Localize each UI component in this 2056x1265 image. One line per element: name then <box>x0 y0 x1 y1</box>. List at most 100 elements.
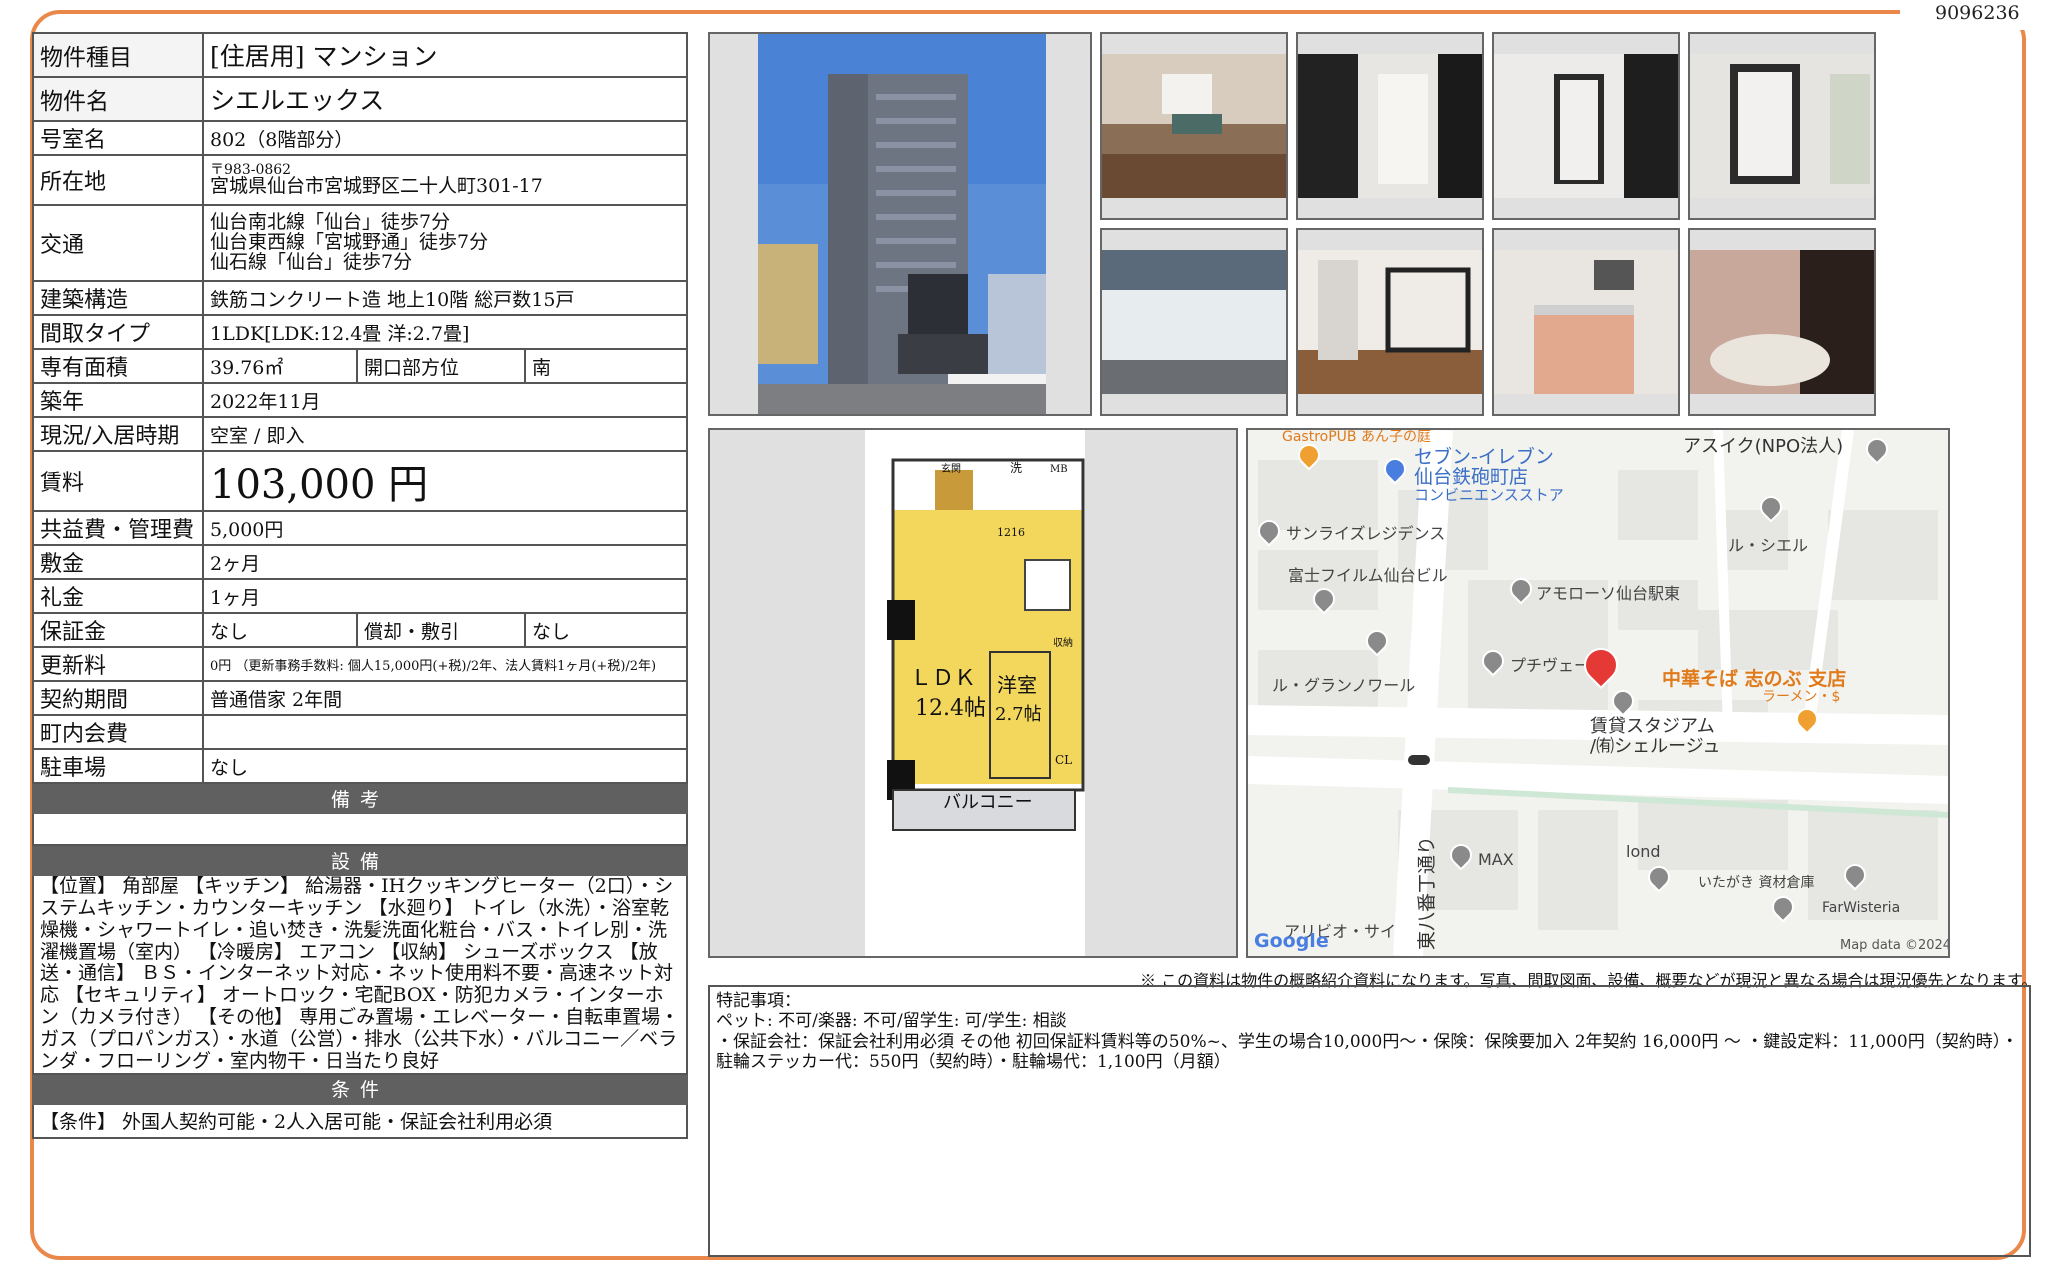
fee-label: 共益費・管理費 <box>32 510 204 546</box>
room-value: 802（8階部分） <box>201 120 689 156</box>
fp-wash: 洗 <box>1010 461 1022 475</box>
interior-photo-storage <box>1492 32 1680 220</box>
conditions-text: 【条件】 外国人契約可能・2人入居可能・保証会社利用必須 <box>31 1102 689 1139</box>
document-id: 9096236 <box>1935 2 2020 24</box>
area-label: 専有面積 <box>32 348 204 384</box>
map-label-street: 東八番丁通り <box>1416 835 1438 950</box>
map-label-grand: ル・グランノワール <box>1272 676 1416 695</box>
kitchen-image <box>1494 250 1678 394</box>
notes-line: ・保証会社：保証会社利用必須 その他 初回保証料賃料等の50%~、学生の場合10… <box>716 1031 2019 1073</box>
building-image <box>758 34 1046 414</box>
renewal-value: 0円 （更新事務手数料: 個人15,000円(+税)/2年、法人賃料1ヶ月(+税… <box>201 646 689 682</box>
type-label: 物件種目 <box>32 32 204 78</box>
notes-title: 特記事項： <box>716 991 801 1011</box>
map-label-askui: アスイク(NPO法人) <box>1683 436 1844 457</box>
direction-value: 南 <box>523 348 689 384</box>
fp-mb: MB <box>1050 464 1068 475</box>
interior-photo-balcony <box>1100 228 1288 416</box>
built-label: 築年 <box>32 382 204 418</box>
parking-label: 駐車場 <box>32 748 204 784</box>
status-label: 現況/入居時期 <box>32 416 204 452</box>
structure-label: 建築構造 <box>32 280 204 316</box>
layout-value: 1LDK[LDK:12.4畳 洋:2.7畳] <box>201 314 689 350</box>
location-map[interactable]: GastroPUB あん子の庭 セブン-イレブン 仙台鉄砲町店 コンビニエンスス… <box>1246 428 1950 958</box>
interior-photo-hall <box>1688 32 1876 220</box>
rent-label: 賃料 <box>32 450 204 512</box>
renewal-label: 更新料 <box>32 646 204 682</box>
floor-plan: 玄関 洗 MB 1216 ＬＤＫ 12.4帖 洋室 2.7帖 収納 CL バルコ… <box>865 430 1085 956</box>
hall-image <box>1690 54 1874 198</box>
access-line: 仙台東西線「宮城野通」徒歩7分 <box>210 231 489 254</box>
property-table: 物件種目 [住居用] マンション 物件名 シエルエックス 号室名 802（8階部… <box>31 32 689 1139</box>
room-label: 号室名 <box>32 120 204 156</box>
map-label-ramen-type: ラーメン・$ <box>1762 689 1841 705</box>
fp-storage: 収納 <box>1053 636 1073 649</box>
fp-western-size: 2.7帖 <box>995 704 1042 725</box>
town-fee-label: 町内会費 <box>32 714 204 750</box>
exterior-photo <box>708 32 1092 416</box>
special-notes: 特記事項： ペット: 不可/楽器: 不可/留学生: 可/学生: 相談 ・保証会社… <box>708 985 2031 1257</box>
map-label-amorosso: アモローソ仙台駅東 <box>1536 584 1681 603</box>
name-value: シエルエックス <box>201 76 689 122</box>
deposit-value: 2ヶ月 <box>201 544 689 580</box>
map-label-stadium: 賃貸スタジアム <box>1590 716 1715 737</box>
access-line: 仙台南北線「仙台」徒歩7分 <box>210 211 451 234</box>
parking-value: なし <box>201 748 689 784</box>
key-money-label: 礼金 <box>32 578 204 614</box>
address-value: 宮城県仙台市宮城野区二十人町301-17 <box>210 175 543 198</box>
closet-image <box>1298 54 1482 198</box>
status-value: 空室 / 即入 <box>201 416 689 452</box>
conditions-header: 条件 <box>31 1072 689 1105</box>
map-label-max: MAX <box>1478 850 1514 869</box>
map-label-seven-branch: 仙台鉄砲町店 <box>1414 466 1529 488</box>
fp-cl: CL <box>1055 753 1072 767</box>
fp-entrance: 玄関 <box>941 462 961 475</box>
interior-photo-closet <box>1296 32 1484 220</box>
name-label: 物件名 <box>32 76 204 122</box>
interior-photo-loft <box>1296 228 1484 416</box>
rent-value: 103,000 円 <box>201 450 689 512</box>
google-logo: Google <box>1254 930 1329 952</box>
notes-line: ペット: 不可/楽器: 不可/留学生: 可/学生: 相談 <box>716 1011 1067 1032</box>
town-fee-value <box>201 714 689 750</box>
amortization-label: 償却・敷引 <box>356 612 526 648</box>
map-label-fuji: 富士フイルム仙台ビル <box>1288 566 1448 585</box>
map-label-itagaki: いたがき 資材倉庫 <box>1698 875 1815 891</box>
interior-photo-living <box>1100 32 1288 220</box>
fp-ldk: ＬＤＫ <box>910 666 976 691</box>
remarks-header: 備考 <box>31 782 689 814</box>
map-label-petit: プチヴェー <box>1510 656 1591 675</box>
storage-image <box>1494 54 1678 198</box>
guarantee-value: なし <box>202 612 358 648</box>
access-line: 仙石線「仙台」徒歩7分 <box>210 250 413 273</box>
map-label-seven-type: コンビニエンスストア <box>1414 486 1564 504</box>
floor-plan-box: 玄関 洗 MB 1216 ＬＤＫ 12.4帖 洋室 2.7帖 収納 CL バルコ… <box>708 428 1238 958</box>
living-room-image <box>1102 54 1286 198</box>
map-label-sunrise: サンライズレジデンス <box>1286 524 1446 543</box>
loft-image <box>1298 250 1482 394</box>
built-value: 2022年11月 <box>201 382 689 418</box>
map-label-lond: lond <box>1626 842 1661 861</box>
interior-photo-kitchen <box>1492 228 1680 416</box>
key-money-value: 1ヶ月 <box>201 578 689 614</box>
interior-photo-bath <box>1688 228 1876 416</box>
map-label-farwisteria: FarWisteria <box>1822 900 1901 916</box>
map-label-gastropub: GastroPUB あん子の庭 <box>1282 429 1431 445</box>
remarks-value <box>31 812 689 846</box>
type-value: [住居用] マンション <box>201 32 689 78</box>
fp-ldk-size: 12.4帖 <box>915 696 986 721</box>
contract-label: 契約期間 <box>32 680 204 716</box>
fp-western: 洋室 <box>997 673 1037 697</box>
equipment-header: 設備 <box>31 844 689 876</box>
contract-value: 普通借家 2年間 <box>201 680 689 716</box>
map-label-seven: セブン-イレブン <box>1414 446 1554 468</box>
map-attribution: Map data ©2024 <box>1840 938 1950 953</box>
bathroom-image <box>1690 250 1874 394</box>
direction-label: 開口部方位 <box>356 348 526 384</box>
structure-value: 鉄筋コンクリート造 地上10階 総戸数15戸 <box>201 280 689 316</box>
fee-value: 5,000円 <box>201 510 689 546</box>
balcony-image <box>1102 250 1286 394</box>
fp-bath-size: 1216 <box>997 526 1025 539</box>
equipment-text: 【位置】 角部屋 【キッチン】 給湯器・IHクッキングヒーター（2口）・システム… <box>31 874 689 1075</box>
address-label: 所在地 <box>32 154 204 206</box>
